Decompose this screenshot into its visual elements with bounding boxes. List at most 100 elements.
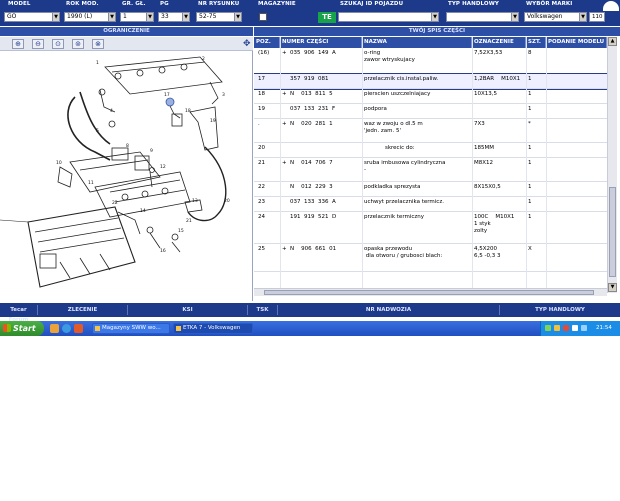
cell-name: przelacznik termiczny	[364, 214, 425, 220]
col-pos-header[interactable]: POZ.	[254, 37, 280, 48]
cell-qty: 1	[528, 106, 532, 112]
model-dropdown-icon[interactable]: ▼	[52, 12, 60, 22]
table-row[interactable]: 17 357 919 081 przelacznik cis.instal.pali…	[254, 73, 607, 90]
tray-volume-icon[interactable]	[572, 325, 578, 331]
svg-text:14: 14	[140, 208, 146, 214]
cell-name: uchwyt przelacznika termicz.	[364, 199, 444, 205]
svg-text:9: 9	[150, 148, 153, 154]
svg-text:21: 21	[186, 218, 192, 224]
svg-text:19: 19	[210, 118, 216, 124]
cell-flag: +	[282, 91, 287, 97]
column-divider	[362, 37, 363, 293]
col-name-header[interactable]: NAZWA	[362, 37, 472, 48]
vin-search-input[interactable]	[338, 12, 438, 22]
table-row[interactable]: 22 N 012 229 3 podkladka sprezysta 8X15X0,5…	[254, 182, 607, 197]
col-designation-header[interactable]: OZNACZENIE	[472, 37, 526, 48]
windows-taskbar: Start Magazyny SWW wo... ETKA 7 - Volksw…	[0, 321, 620, 336]
magazine-checkbox[interactable]	[259, 13, 267, 21]
tab-tsk[interactable]: TSK	[248, 305, 278, 315]
tab-order[interactable]: ZLECENIE	[38, 305, 128, 315]
cell-part-number: 037 133 336 A	[290, 199, 336, 205]
zoom-in-icon[interactable]: ⊕	[12, 39, 24, 49]
cell-designation: 10X13,5	[474, 91, 498, 97]
cell-designation: 7X3	[474, 121, 485, 127]
windows-flag-icon	[3, 324, 11, 332]
svg-text:8: 8	[126, 143, 129, 149]
cell-qty: 1	[528, 76, 532, 82]
zoom-reset-icon[interactable]: ⊗	[92, 39, 104, 49]
parts-diagram[interactable]: 123 4517 18198 91011 121314 151620 2122	[0, 52, 252, 300]
brand-dropdown-icon[interactable]: ▼	[579, 12, 587, 22]
zoom-fit-icon[interactable]: ⊙	[52, 39, 64, 49]
tab-tecar-forum[interactable]: Tecar Forum	[0, 305, 38, 323]
cell-designation: 8X15X0,5	[474, 184, 501, 190]
brand-code-field[interactable]: 110	[589, 12, 605, 22]
te-badge[interactable]: TE	[318, 12, 336, 23]
quicklaunch-browser-icon[interactable]	[62, 324, 71, 333]
col-part-number-header[interactable]: NUMER CZĘŚCI	[280, 37, 362, 48]
zoom-window-icon[interactable]: ⊚	[72, 39, 84, 49]
cell-pos: .	[258, 121, 260, 127]
cell-flag: +	[282, 246, 287, 252]
table-row[interactable]: 19 037 133 231 F podpora 1	[254, 104, 607, 119]
cell-part-number: N 013 811 5	[290, 91, 333, 97]
tray-antivirus-icon[interactable]	[563, 325, 569, 331]
drawing-dropdown-icon[interactable]: ▼	[234, 12, 242, 22]
main-group-dropdown-icon[interactable]: ▼	[146, 12, 154, 22]
tray-connection-icon[interactable]	[581, 325, 587, 331]
table-row[interactable]: . + N 020 281 1 waz w zwoju o dl.5 m 'jedn.…	[254, 119, 607, 143]
svg-text:1: 1	[96, 60, 99, 66]
cell-pos: 20	[258, 145, 265, 151]
vin-dropdown-icon[interactable]: ▼	[431, 12, 439, 22]
year-dropdown-icon[interactable]: ▼	[108, 12, 116, 22]
table-row[interactable]: (16) +035 906 149 A o-ring zawor wtryskuja…	[254, 48, 607, 74]
cell-name: sruba imbusowa cylindryczna -	[364, 160, 446, 173]
trade-type-field[interactable]	[446, 12, 518, 22]
hscroll-thumb[interactable]	[264, 290, 594, 295]
tab-trade-type[interactable]: TYP HANDLOWY	[500, 305, 620, 315]
scroll-down-icon[interactable]: ▼	[608, 283, 617, 292]
table-row[interactable]: 24 191 919 521 D przelacznik termiczny 100C…	[254, 212, 607, 244]
scroll-thumb[interactable]	[609, 187, 616, 277]
quicklaunch-media-icon[interactable]	[74, 324, 83, 333]
svg-text:16: 16	[160, 248, 166, 254]
trade-type-dropdown-icon[interactable]: ▼	[511, 12, 519, 22]
cell-name: o-ring zawor wtryskujacy	[364, 50, 415, 63]
table-row[interactable]: 25 + N 906 661 01 opaska przewodu dla otwor…	[254, 244, 607, 272]
year-label: ROK MOD.	[66, 1, 99, 7]
tray-security-icon[interactable]	[554, 325, 560, 331]
col-model-header[interactable]: PODANIE MODELU	[546, 37, 607, 48]
cell-pos: 19	[258, 106, 265, 112]
col-qty-header[interactable]: SZT.	[526, 37, 546, 48]
table-row[interactable]: 21 + N 014 706 7 sruba imbusowa cylindryczn…	[254, 158, 607, 182]
table-vertical-scrollbar[interactable]: ▲ ▼	[607, 37, 617, 293]
svg-text:22: 22	[112, 200, 118, 206]
task-app-icon	[176, 326, 181, 331]
move-icon[interactable]: ✥	[243, 40, 252, 49]
scroll-up-icon[interactable]: ▲	[608, 37, 617, 46]
tab-ksi[interactable]: KSI	[128, 305, 248, 315]
table-horizontal-scrollbar[interactable]	[254, 288, 607, 296]
cell-part-number: 037 133 231 F	[290, 106, 336, 112]
table-row[interactable]: 20 skrecic do: 185MM 1	[254, 143, 607, 158]
tab-body-number[interactable]: NR NADWOZIA	[278, 305, 500, 315]
cell-pos: (16)	[258, 50, 270, 56]
svg-text:18: 18	[185, 108, 191, 114]
brand-field[interactable]: Volkswagen	[524, 12, 586, 22]
start-button[interactable]: Start	[0, 321, 44, 336]
cell-name: podpora	[364, 106, 387, 112]
table-row[interactable]: 18 + N 013 811 5 pierscien uszczelniajacy 10…	[254, 89, 607, 104]
main-group-label: GR. GŁ.	[122, 1, 146, 7]
svg-text:17: 17	[164, 92, 170, 98]
cell-qty: 1	[528, 184, 532, 190]
quicklaunch-folder-icon[interactable]	[50, 324, 59, 333]
subgroup-dropdown-icon[interactable]: ▼	[182, 12, 190, 22]
cell-name: przelacznik cis.instal.paliw.	[364, 76, 439, 82]
task-etka[interactable]: ETKA 7 - Volkswagen	[173, 323, 253, 334]
table-row[interactable]: 23 037 133 336 A uchwyt przelacznika termi…	[254, 197, 607, 212]
svg-text:4: 4	[110, 108, 113, 114]
tray-network-icon[interactable]	[545, 325, 551, 331]
zoom-out-icon[interactable]: ⊖	[32, 39, 44, 49]
task-magazyny[interactable]: Magazyny SWW wo...	[92, 323, 170, 334]
cell-designation: 100C M10X1 1 styk zolty	[474, 214, 515, 234]
